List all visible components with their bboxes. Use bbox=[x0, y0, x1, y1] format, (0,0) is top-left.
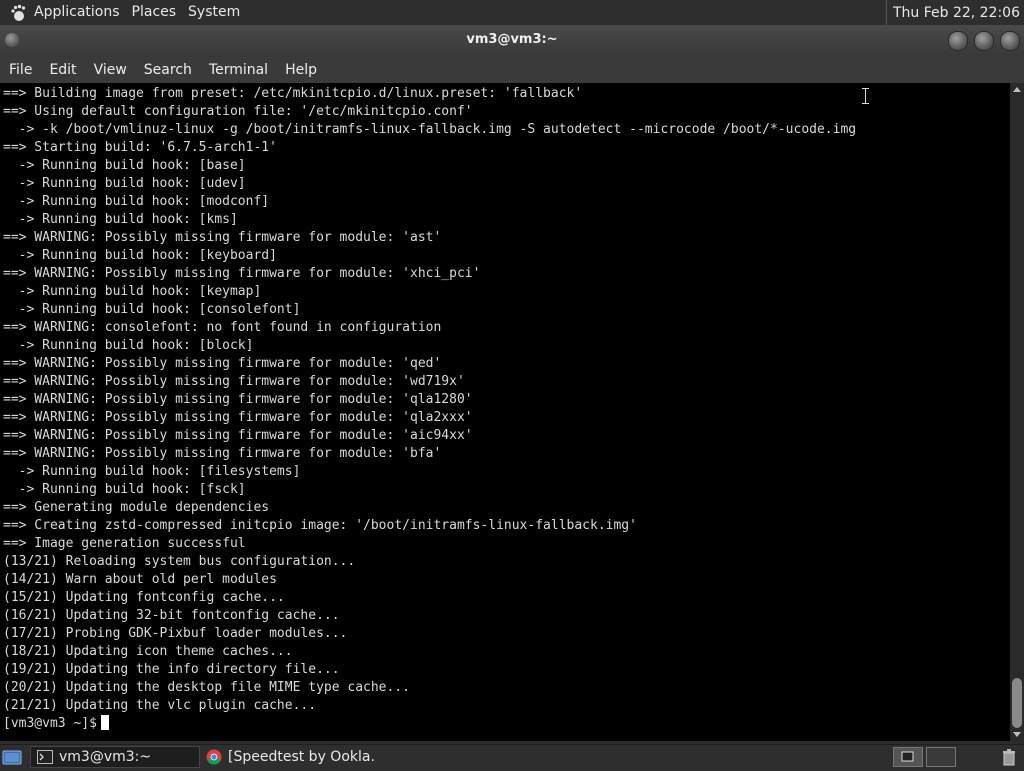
terminal-line: ==> WARNING: Possibly missing firmware f… bbox=[3, 446, 442, 461]
menu-view[interactable]: View bbox=[85, 57, 135, 83]
terminal-line: ==> Starting build: '6.7.5-arch1-1' bbox=[3, 140, 277, 155]
scrollbar-thumb[interactable] bbox=[1012, 678, 1022, 728]
terminal-line: -> Running build hook: [udev] bbox=[3, 176, 246, 191]
terminal-line: ==> Image generation successful bbox=[3, 536, 246, 551]
window-title: vm3@vm3:~ bbox=[466, 32, 558, 47]
ibeam-cursor-icon bbox=[862, 88, 869, 104]
terminal-line: ==> WARNING: Possibly missing firmware f… bbox=[3, 410, 473, 425]
scroll-up-icon[interactable] bbox=[1013, 87, 1021, 92]
terminal-line: (16/21) Updating 32-bit fontconfig cache… bbox=[3, 608, 340, 623]
menu-help[interactable]: Help bbox=[276, 57, 325, 83]
maximize-button[interactable] bbox=[974, 31, 994, 51]
menu-edit[interactable]: Edit bbox=[40, 57, 84, 83]
terminal-line: ==> Using default configuration file: '/… bbox=[3, 104, 473, 119]
system-menu[interactable]: System bbox=[182, 0, 246, 25]
terminal-scrollbar[interactable] bbox=[1010, 83, 1024, 741]
terminal-lines: ==> Building image from preset: /etc/mki… bbox=[3, 85, 856, 733]
terminal-line: (18/21) Updating icon theme caches... bbox=[3, 644, 293, 659]
menu-terminal[interactable]: Terminal bbox=[200, 57, 276, 83]
terminal-icon bbox=[37, 749, 53, 765]
terminal-line: (19/21) Updating the info directory file… bbox=[3, 662, 340, 677]
terminal-line: -> Running build hook: [block] bbox=[3, 338, 254, 353]
minimize-button[interactable] bbox=[948, 31, 968, 51]
show-desktop-icon[interactable] bbox=[2, 747, 22, 767]
window-titlebar[interactable]: vm3@vm3:~ bbox=[0, 25, 1024, 57]
terminal-line: (14/21) Warn about old perl modules bbox=[3, 572, 277, 587]
terminal-line: (21/21) Updating the vlc plugin cache... bbox=[3, 698, 317, 713]
chrome-icon bbox=[206, 749, 222, 765]
terminal-line: ==> WARNING: Possibly missing firmware f… bbox=[3, 374, 465, 389]
terminal-line: (15/21) Updating fontconfig cache... bbox=[3, 590, 285, 605]
text-cursor bbox=[100, 715, 109, 730]
workspace-2[interactable] bbox=[926, 747, 956, 767]
task-label: [Speedtest by Ookla... bbox=[228, 749, 375, 765]
top-panel: Applications Places System Thu Feb 22, 2… bbox=[0, 0, 1024, 25]
workspace-1[interactable] bbox=[893, 747, 923, 767]
terminal-line: ==> WARNING: Possibly missing firmware f… bbox=[3, 356, 442, 371]
bottom-panel: vm3@vm3:~ [Speedtest by Ookla... bbox=[0, 744, 1024, 769]
shell-prompt: [vm3@vm3 ~]$ bbox=[3, 716, 97, 731]
terminal-line: ==> WARNING: Possibly missing firmware f… bbox=[3, 428, 473, 443]
task-label: vm3@vm3:~ bbox=[59, 749, 152, 765]
terminal-line: (20/21) Updating the desktop file MIME t… bbox=[3, 680, 410, 695]
terminal-line: -> Running build hook: [fsck] bbox=[3, 482, 246, 497]
terminal-line: ==> Generating module dependencies bbox=[3, 500, 270, 515]
terminal-line: -> -k /boot/vmlinuz-linux -g /boot/initr… bbox=[3, 122, 857, 137]
terminal-line: ==> WARNING: Possibly missing firmware f… bbox=[3, 230, 442, 245]
terminal-line: -> Running build hook: [modconf] bbox=[3, 194, 270, 209]
terminal-output[interactable]: ==> Building image from preset: /etc/mki… bbox=[0, 83, 1010, 741]
menu-file[interactable]: File bbox=[0, 57, 40, 83]
places-menu[interactable]: Places bbox=[126, 0, 183, 25]
terminal-line: ==> Creating zstd-compressed initcpio im… bbox=[3, 518, 637, 533]
terminal-line: ==> Building image from preset: /etc/mki… bbox=[3, 86, 583, 101]
terminal-line: ==> WARNING: Possibly missing firmware f… bbox=[3, 266, 481, 281]
applications-menu[interactable]: Applications bbox=[28, 0, 126, 25]
terminal-line: (17/21) Probing GDK-Pixbuf loader module… bbox=[3, 626, 348, 641]
scroll-down-icon[interactable] bbox=[1013, 732, 1021, 737]
terminal-line: -> Running build hook: [keyboard] bbox=[3, 248, 277, 263]
terminal-line: -> Running build hook: [filesystems] bbox=[3, 464, 301, 479]
task-browser[interactable]: [Speedtest by Ookla... bbox=[200, 746, 375, 768]
menu-search[interactable]: Search bbox=[135, 57, 200, 83]
close-button[interactable] bbox=[1000, 31, 1020, 51]
terminal-line: (13/21) Reloading system bus configurati… bbox=[3, 554, 356, 569]
terminal-line: ==> WARNING: Possibly missing firmware f… bbox=[3, 392, 473, 407]
terminal-line: -> Running build hook: [base] bbox=[3, 158, 246, 173]
terminal-line: ==> WARNING: consolefont: no font found … bbox=[3, 320, 442, 335]
menubar: File Edit View Search Terminal Help bbox=[0, 57, 1024, 83]
terminal-line: -> Running build hook: [keymap] bbox=[3, 284, 262, 299]
clock[interactable]: Thu Feb 22, 22:06 bbox=[887, 5, 1024, 21]
trash-icon[interactable] bbox=[1000, 748, 1018, 766]
gnome-foot-icon[interactable] bbox=[8, 3, 28, 23]
terminal-line: -> Running build hook: [kms] bbox=[3, 212, 238, 227]
task-terminal[interactable]: vm3@vm3:~ bbox=[30, 746, 200, 768]
terminal-prompt-line[interactable]: [vm3@vm3 ~]$ bbox=[3, 715, 856, 733]
terminal-line: -> Running build hook: [consolefont] bbox=[3, 302, 301, 317]
